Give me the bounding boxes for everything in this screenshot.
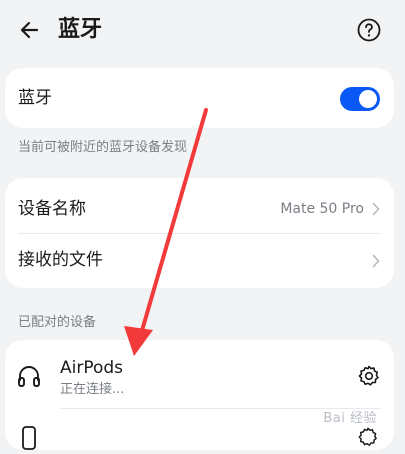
watermark: Bai 经验 [323,411,377,426]
annotation-arrow [124,108,208,356]
